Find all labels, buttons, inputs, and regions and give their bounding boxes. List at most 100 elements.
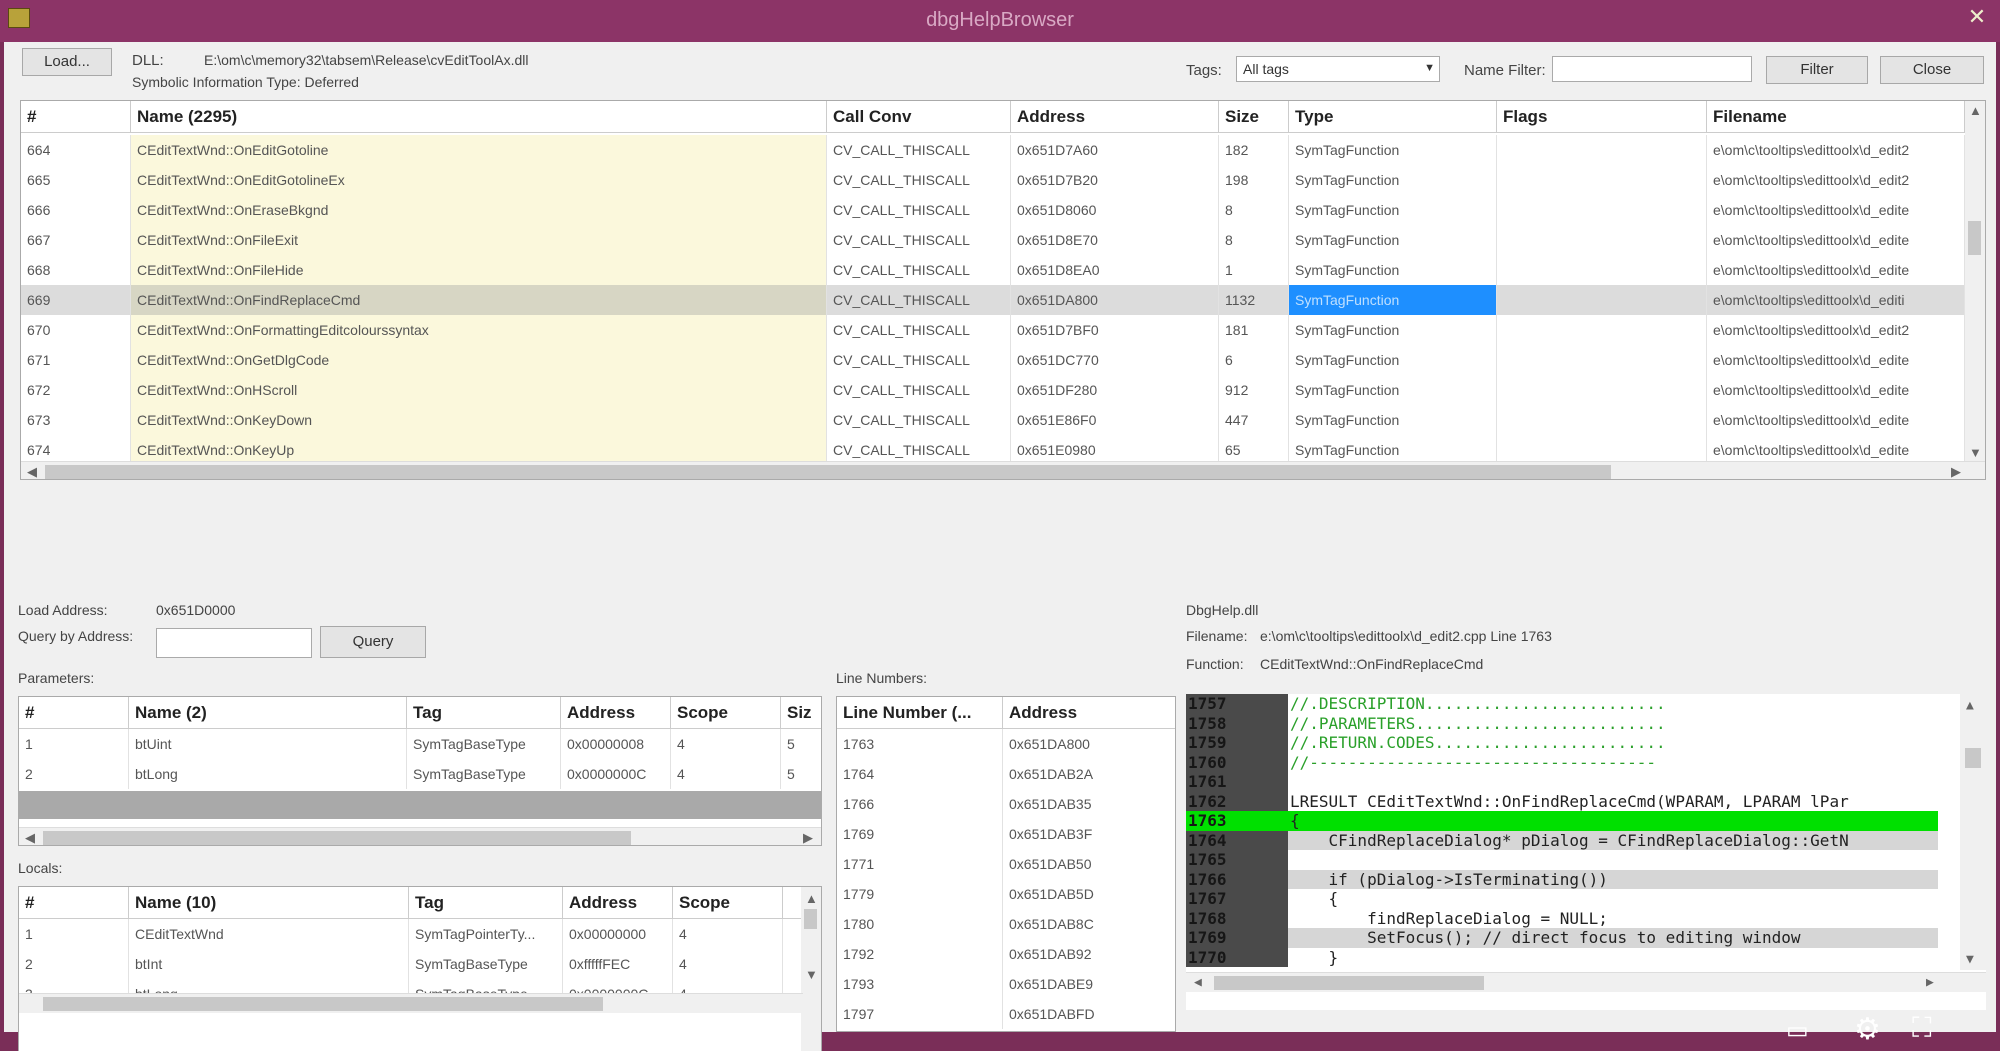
code-line[interactable]: 1762 LRESULT CEditTextWnd::OnFindReplaceC… — [1186, 791, 1938, 811]
scroll-right-icon[interactable]: ▶ — [1951, 464, 1961, 479]
parameters-header-cell[interactable]: Siz — [781, 697, 821, 729]
tags-select[interactable]: All tags ▼ — [1236, 56, 1440, 82]
table-row[interactable]: 1780 0x651DAB8C — [837, 909, 1175, 939]
scroll-down-icon[interactable]: ▼ — [805, 967, 818, 982]
scroll-left-icon[interactable]: ◀ — [1194, 975, 1202, 990]
code-line[interactable]: 1759//.RETURN.CODES.....................… — [1186, 733, 1938, 753]
play-icon[interactable]: ▷ — [44, 1014, 67, 1049]
table-row[interactable]: 673 CEditTextWnd::OnKeyDown CV_CALL_THISCA… — [21, 405, 1965, 435]
table-row[interactable]: 1771 0x651DAB50 — [837, 849, 1175, 879]
symbols-header-cell[interactable]: Address — [1011, 101, 1219, 133]
table-cell: e\om\c\tooltips\edittoolx\d_edit2 — [1707, 165, 1965, 195]
parameters-header-cell[interactable]: Scope — [671, 697, 781, 729]
locals-header-cell[interactable]: Scope — [673, 887, 783, 919]
parameters-header-cell[interactable]: # — [19, 697, 129, 729]
fullscreen-icon[interactable]: ⛶ — [1912, 1012, 1932, 1045]
scroll-down-icon[interactable]: ▼ — [1966, 952, 1974, 967]
code-line[interactable]: 1760//----------------------------------… — [1186, 752, 1938, 772]
symbols-header-cell[interactable]: Filename — [1707, 101, 1965, 133]
scroll-thumb[interactable] — [45, 465, 1611, 479]
table-row[interactable]: 1 CEditTextWnd SymTagPointerTy... 0x0000000… — [19, 919, 803, 949]
line-number: 1758 — [1186, 713, 1288, 733]
table-row[interactable]: 2 btInt SymTagBaseType 0xfffffFEC 4 — [19, 949, 803, 979]
parameters-header-cell[interactable]: Address — [561, 697, 671, 729]
locals-header-cell[interactable]: # — [19, 887, 129, 919]
airplay-icon[interactable]: ▭ — [1786, 1016, 1809, 1045]
symbols-header-cell[interactable]: Type — [1289, 101, 1497, 133]
code-line[interactable]: 1767 { — [1186, 889, 1938, 909]
code-line[interactable]: 1768 findReplaceDialog = NULL; — [1186, 908, 1938, 928]
source-hscroll[interactable]: ◀ ▶ — [1186, 972, 1986, 992]
window-close-icon[interactable]: ✕ — [1962, 4, 1992, 34]
code-line[interactable]: 1758//.PARAMETERS.......................… — [1186, 713, 1938, 733]
scroll-thumb[interactable] — [1214, 976, 1484, 990]
table-row[interactable]: 1763 0x651DA800 — [837, 729, 1175, 759]
symbols-header-cell[interactable]: # — [21, 101, 131, 133]
table-row[interactable]: 672 CEditTextWnd::OnHScroll CV_CALL_THISCA… — [21, 375, 1965, 405]
table-row[interactable]: 1 btUint SymTagBaseType 0x00000008 4 5 — [19, 729, 821, 759]
scroll-thumb[interactable] — [43, 831, 631, 845]
symbols-vscroll[interactable]: ▲ ▼ — [1965, 101, 1985, 463]
table-row[interactable]: 669 CEditTextWnd::OnFindReplaceCmd CV_CALL… — [21, 285, 1965, 315]
table-row[interactable]: 667 CEditTextWnd::OnFileExit CV_CALL_THISC… — [21, 225, 1965, 255]
parameters-header-cell[interactable]: Name (2) — [129, 697, 407, 729]
symbols-header-cell[interactable]: Flags — [1497, 101, 1707, 133]
name-filter-input[interactable] — [1552, 56, 1752, 82]
load-button[interactable]: Load... — [22, 48, 112, 76]
filter-button[interactable]: Filter — [1766, 56, 1868, 84]
settings-icon[interactable]: ⚙ — [1854, 1012, 1881, 1047]
scroll-up-icon[interactable]: ▲ — [1969, 103, 1982, 118]
scroll-right-icon[interactable]: ▶ — [803, 830, 813, 845]
table-row[interactable]: 665 CEditTextWnd::OnEditGotolineEx CV_CALL… — [21, 165, 1965, 195]
table-row[interactable]: 668 CEditTextWnd::OnFileHide CV_CALL_THISC… — [21, 255, 1965, 285]
code-line[interactable]: 1763{ — [1186, 811, 1938, 831]
close-button[interactable]: Close — [1880, 56, 1984, 84]
source-code-view[interactable]: 1757//.DESCRIPTION......................… — [1186, 694, 1986, 1010]
locals-header-cell[interactable]: Name (10) — [129, 887, 409, 919]
table-row[interactable]: 1779 0x651DAB5D — [837, 879, 1175, 909]
table-row[interactable]: 1766 0x651DAB35 — [837, 789, 1175, 819]
table-row[interactable]: 1793 0x651DABE9 — [837, 969, 1175, 999]
line-numbers-header-cell[interactable]: Line Number (... — [837, 697, 1003, 729]
table-row[interactable]: 1792 0x651DAB92 — [837, 939, 1175, 969]
code-line[interactable]: 1765 — [1186, 850, 1938, 870]
table-row[interactable]: 666 CEditTextWnd::OnEraseBkgnd CV_CALL_THI… — [21, 195, 1965, 225]
table-row[interactable]: 2 btLong SymTagBaseType 0x0000000C 4 5 — [19, 759, 821, 789]
query-address-input[interactable] — [156, 628, 312, 658]
table-row[interactable]: 1769 0x651DAB3F — [837, 819, 1175, 849]
code-line[interactable]: 1757//.DESCRIPTION......................… — [1186, 694, 1938, 714]
symbols-hscroll[interactable]: ◀ ▶ — [21, 461, 1985, 479]
scroll-left-icon[interactable]: ◀ — [27, 464, 37, 479]
locals-header-cell[interactable]: Address — [563, 887, 673, 919]
scroll-thumb[interactable] — [804, 909, 817, 929]
locals-header-cell[interactable]: Tag — [409, 887, 563, 919]
table-cell: 0x651DABE9 — [1003, 969, 1175, 999]
scroll-left-icon[interactable]: ◀ — [25, 830, 35, 845]
table-row[interactable]: 664 CEditTextWnd::OnEditGotoline CV_CALL_T… — [21, 135, 1965, 165]
table-row[interactable]: 670 CEditTextWnd::OnFormattingEditcolours… — [21, 315, 1965, 345]
scroll-thumb[interactable] — [1968, 221, 1981, 255]
code-line[interactable]: 1764 CFindReplaceDialog* pDialog = CFind… — [1186, 830, 1938, 850]
code-line[interactable]: 1761 — [1186, 772, 1938, 792]
volume-icon[interactable]: ◁| — [252, 1012, 281, 1045]
chevron-down-icon[interactable]: ▼ — [1424, 62, 1435, 74]
line-numbers-header-cell[interactable]: Address — [1003, 697, 1175, 729]
symbols-header-cell[interactable]: Name (2295) — [131, 101, 827, 133]
source-vscroll[interactable]: ▲ ▼ — [1960, 694, 1986, 970]
table-row[interactable]: 671 CEditTextWnd::OnGetDlgCode CV_CALL_THI… — [21, 345, 1965, 375]
table-row[interactable]: 1764 0x651DAB2A — [837, 759, 1175, 789]
symbols-header-cell[interactable]: Size — [1219, 101, 1289, 133]
scroll-thumb[interactable] — [1965, 748, 1981, 768]
query-button[interactable]: Query — [320, 626, 426, 658]
parameters-header-cell[interactable]: Tag — [407, 697, 561, 729]
scroll-up-icon[interactable]: ▲ — [1966, 698, 1974, 713]
code-line[interactable]: 1766 if (pDialog->IsTerminating()) — [1186, 869, 1938, 889]
tags-select-value: All tags — [1243, 61, 1289, 77]
code-line[interactable]: 1769 SetFocus(); // direct focus to edit… — [1186, 928, 1938, 948]
parameters-hscroll[interactable]: ◀ ▶ — [19, 827, 821, 845]
scroll-right-icon[interactable]: ▶ — [1926, 975, 1934, 990]
scroll-up-icon[interactable]: ▲ — [805, 891, 818, 906]
code-line[interactable]: 1770 } — [1186, 947, 1938, 967]
symbols-header-cell[interactable]: Call Conv — [827, 101, 1011, 133]
scroll-down-icon[interactable]: ▼ — [1969, 445, 1982, 460]
